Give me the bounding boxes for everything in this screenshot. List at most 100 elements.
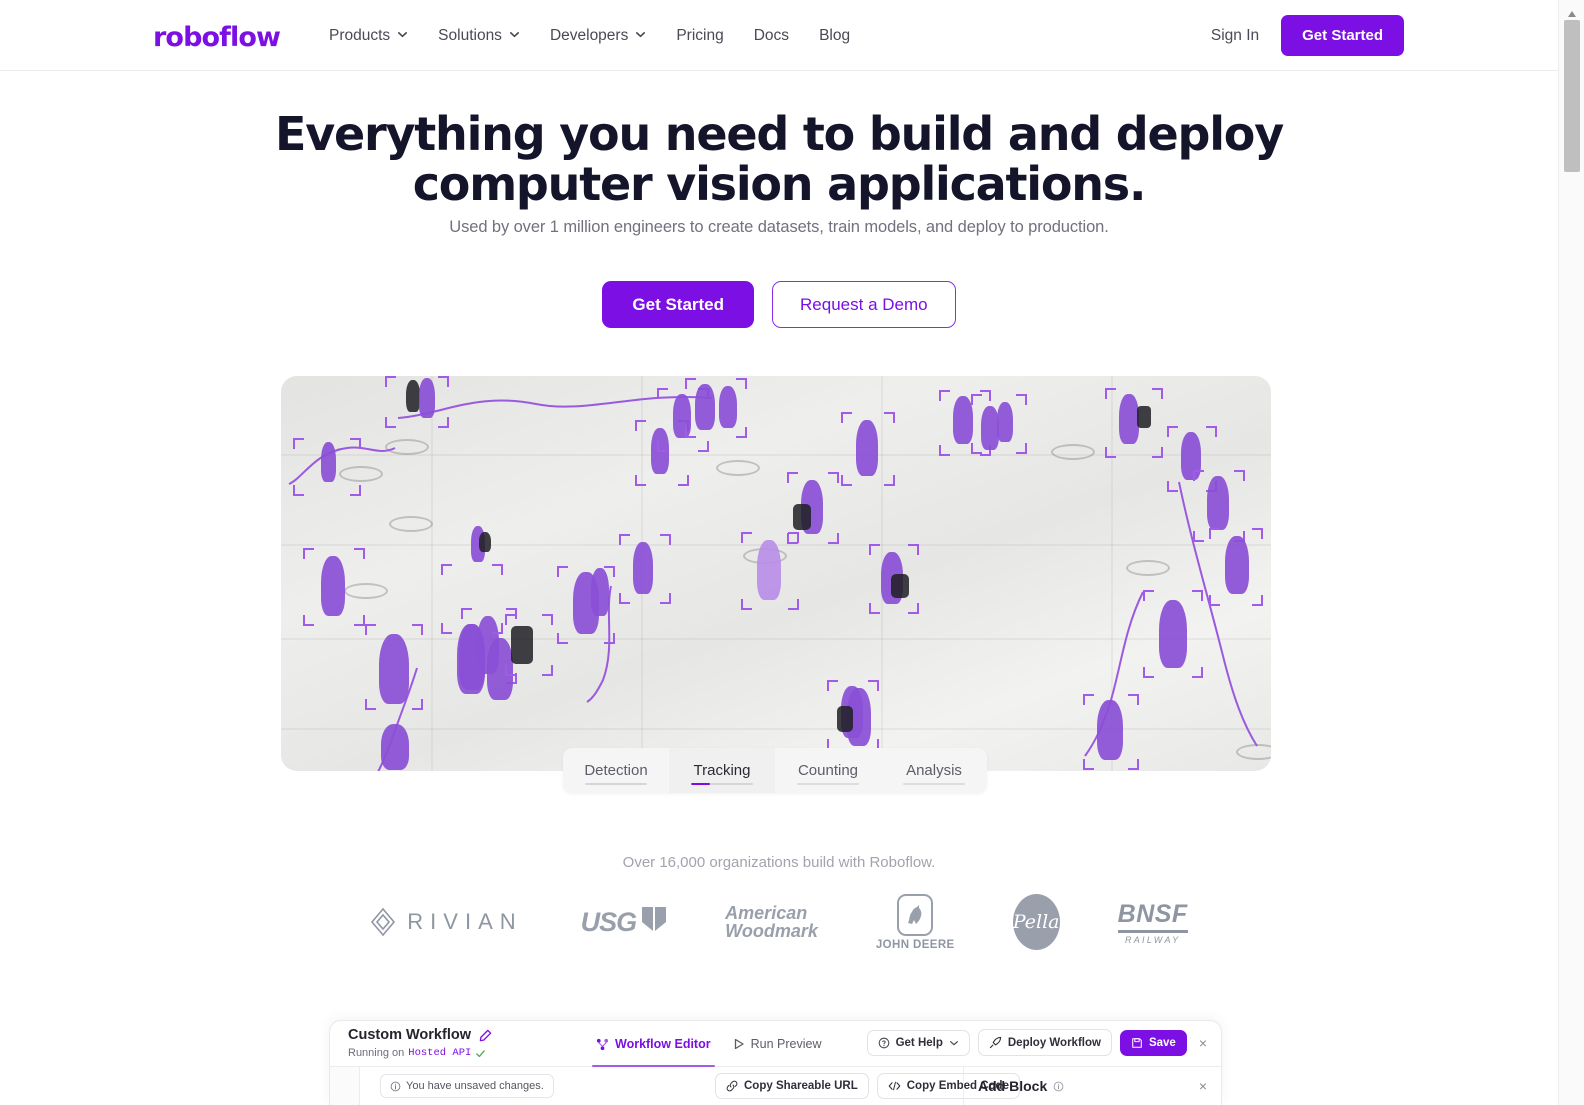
nav-label-solutions: Solutions [438,26,502,44]
workflow-title: Custom Workflow [348,1027,471,1043]
code-icon [888,1080,901,1092]
workflow-title-group: Custom Workflow [348,1027,492,1043]
roboflow-logo[interactable]: roboflow [153,22,281,53]
runtime-target: Hosted API [408,1047,472,1059]
tab-progress-tracking [691,782,753,785]
tab-label-counting: Counting [797,762,859,779]
primary-nav: Products Solutions Developers Pricing Do… [314,0,865,71]
unsaved-changes-notice: You have unsaved changes. [380,1074,554,1098]
workflow-tab-group: Workflow Editor Run Preview [592,1021,825,1067]
floor-marking [1051,444,1095,460]
top-navbar: roboflow Products Solutions Developers P… [0,0,1558,71]
tab-counting[interactable]: Counting [775,748,881,793]
logo-text-john-deere: JOHN DEERE [875,938,955,951]
nav-item-blog[interactable]: Blog [804,19,865,53]
workflow-runtime-status: Running on Hosted API [348,1047,486,1059]
tab-analysis[interactable]: Analysis [881,748,987,793]
tab-label-workflow-editor: Workflow Editor [615,1037,711,1051]
nav-label-docs: Docs [753,26,790,44]
workflow-icon [596,1038,609,1051]
runtime-prefix: Running on [348,1047,405,1059]
page-title: Everything you need to build and deploy … [0,109,1558,209]
get-help-button[interactable]: Get Help [866,1029,970,1056]
customer-logos: RIVIAN USG American Woodmark JOHN DEERE … [0,893,1558,951]
tab-progress-counting [797,782,859,785]
chevron-down-icon [397,29,408,40]
deploy-workflow-button[interactable]: Deploy Workflow [977,1029,1112,1056]
link-icon [726,1080,738,1092]
logo-text-american: American [725,903,808,923]
tab-label-detection: Detection [584,762,648,779]
rocket-icon [989,1036,1002,1049]
sign-in-link[interactable]: Sign In [1211,27,1259,45]
info-circle-icon[interactable] [1053,1081,1064,1092]
tab-progress-detection [585,782,647,785]
logo-bnsf: BNSF RAILWAY [1117,893,1188,951]
nav-item-docs[interactable]: Docs [739,19,804,53]
rivian-diamond-icon [370,907,396,937]
info-circle-icon [390,1081,401,1092]
nav-item-pricing[interactable]: Pricing [661,19,738,53]
logo-usg: USG [581,893,668,951]
tab-detection[interactable]: Detection [563,748,669,793]
logo-text-bnsf: BNSF [1117,900,1188,933]
usg-chevron-icon [641,905,667,939]
logo-rivian: RIVIAN [370,893,522,951]
check-icon [475,1048,486,1059]
save-button[interactable]: Save [1119,1029,1187,1056]
logo-text-woodmark: Woodmark [725,921,818,941]
close-icon[interactable]: × [1195,1078,1211,1094]
workflow-header: Custom Workflow Running on Hosted API Wo… [330,1021,1221,1067]
tab-tracking[interactable]: Tracking [669,748,775,793]
nav-label-products: Products [329,26,391,44]
deploy-workflow-label: Deploy Workflow [1007,1036,1101,1049]
nav-item-products[interactable]: Products [314,19,423,53]
logo-john-deere: JOHN DEERE [876,893,955,951]
tab-label-run-preview: Run Preview [750,1037,822,1051]
workflow-canvas[interactable]: You have unsaved changes. Copy Shareable… [360,1067,1221,1105]
logo-text-usg: USG [580,906,638,937]
add-block-title: Add Block [978,1078,1048,1094]
copy-shareable-url-button[interactable]: Copy Shareable URL [715,1073,869,1099]
logo-text-bnsf-railway: RAILWAY [1124,934,1181,945]
request-demo-button[interactable]: Request a Demo [772,281,956,328]
get-started-button-nav[interactable]: Get Started [1281,15,1404,56]
close-icon[interactable]: × [1195,1035,1211,1051]
play-icon [733,1038,745,1050]
hero-cta-row: Get Started Request a Demo [0,281,1558,328]
tab-workflow-editor[interactable]: Workflow Editor [592,1021,715,1067]
logo-text-pella: Pella [1012,894,1060,950]
nav-item-solutions[interactable]: Solutions [423,19,535,53]
add-block-panel: Add Block × [963,1067,1221,1105]
pencil-icon[interactable] [479,1029,492,1042]
tab-label-tracking: Tracking [693,762,751,779]
logo-pella: Pella [1012,893,1060,951]
nav-label-developers: Developers [549,26,629,44]
save-label: Save [1148,1036,1176,1049]
hero-title-line-2: computer vision applications. [412,157,1147,211]
workflow-action-group: Get Help Deploy Workflow Save × [866,1029,1211,1056]
tab-label-analysis: Analysis [906,762,962,779]
workflow-editor-panel: Custom Workflow Running on Hosted API Wo… [329,1020,1222,1105]
workflow-left-rail[interactable] [330,1067,360,1105]
hero-title-line-1: Everything you need to build and deploy [274,107,1284,161]
scroll-up-arrow-icon[interactable] [1566,6,1578,17]
tab-run-preview[interactable]: Run Preview [729,1021,826,1067]
nav-item-developers[interactable]: Developers [535,19,661,53]
vertical-scrollbar[interactable] [1558,0,1584,1105]
get-started-button-hero[interactable]: Get Started [602,281,755,328]
logo-text-rivian: RIVIAN [407,909,523,934]
scrollbar-thumb[interactable] [1564,20,1580,172]
hero-demo-video[interactable] [281,376,1271,771]
copy-shareable-url-label: Copy Shareable URL [744,1080,858,1092]
nav-actions: Sign In Get Started [1211,0,1404,71]
nav-label-pricing: Pricing [676,26,724,44]
get-help-label: Get Help [895,1036,943,1049]
unsaved-changes-text: You have unsaved changes. [406,1080,544,1092]
logo-american-woodmark: American Woodmark [725,893,818,951]
help-circle-icon [878,1037,890,1049]
nav-label-blog: Blog [819,26,851,44]
organizations-note: Over 16,000 organizations build with Rob… [622,854,936,871]
john-deere-deer-icon [897,893,934,936]
roboflow-landing-page: roboflow Products Solutions Developers P… [0,0,1584,1105]
